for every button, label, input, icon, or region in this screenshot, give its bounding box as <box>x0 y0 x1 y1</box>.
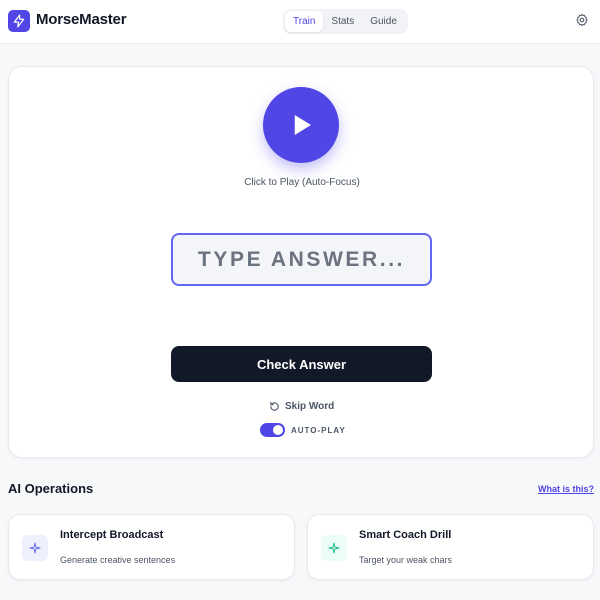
op-icon-box <box>22 535 48 561</box>
skip-word-label: Skip Word <box>285 400 335 412</box>
op-card-description: Generate creative sentences <box>60 555 176 565</box>
play-caption: Click to Play (Auto-Focus) <box>244 177 360 188</box>
autoplay-label: AUTO-PLAY <box>291 425 346 435</box>
what-is-this-link[interactable]: What is this? <box>538 484 594 494</box>
sparkle-icon <box>328 542 340 554</box>
logo <box>8 10 30 32</box>
smart-coach-drill-card[interactable]: Smart Coach Drill Target your weak chars <box>307 514 594 580</box>
app-title: MorseMaster <box>36 11 127 28</box>
autoplay-setting: AUTO-PLAY <box>260 423 346 437</box>
app-header: MorseMaster Train Stats Guide <box>0 0 600 44</box>
gear-icon[interactable] <box>575 13 589 27</box>
rotate-ccw-icon <box>270 401 279 411</box>
op-card-title: Intercept Broadcast <box>60 529 164 541</box>
play-button[interactable] <box>263 87 339 163</box>
op-card-title: Smart Coach Drill <box>359 529 452 541</box>
ai-operations-title: AI Operations <box>8 481 94 496</box>
play-icon <box>294 115 311 135</box>
op-icon-box <box>321 535 347 561</box>
check-answer-button[interactable]: Check Answer <box>171 346 432 382</box>
toggle-knob <box>273 425 283 435</box>
op-card-description: Target your weak chars <box>359 555 453 565</box>
autoplay-toggle[interactable] <box>260 423 285 437</box>
lightning-icon <box>13 14 25 28</box>
skip-word-button[interactable]: Skip Word <box>269 399 334 413</box>
nav-tabs: Train Stats Guide <box>283 9 408 34</box>
tab-guide[interactable]: Guide <box>362 11 405 32</box>
tab-train[interactable]: Train <box>285 11 324 32</box>
intercept-broadcast-card[interactable]: Intercept Broadcast Generate creative se… <box>8 514 295 580</box>
trainer-card: Click to Play (Auto-Focus) Check Answer … <box>8 66 594 458</box>
tab-stats[interactable]: Stats <box>323 11 362 32</box>
sparkle-icon <box>29 542 41 554</box>
answer-input[interactable] <box>171 233 432 286</box>
